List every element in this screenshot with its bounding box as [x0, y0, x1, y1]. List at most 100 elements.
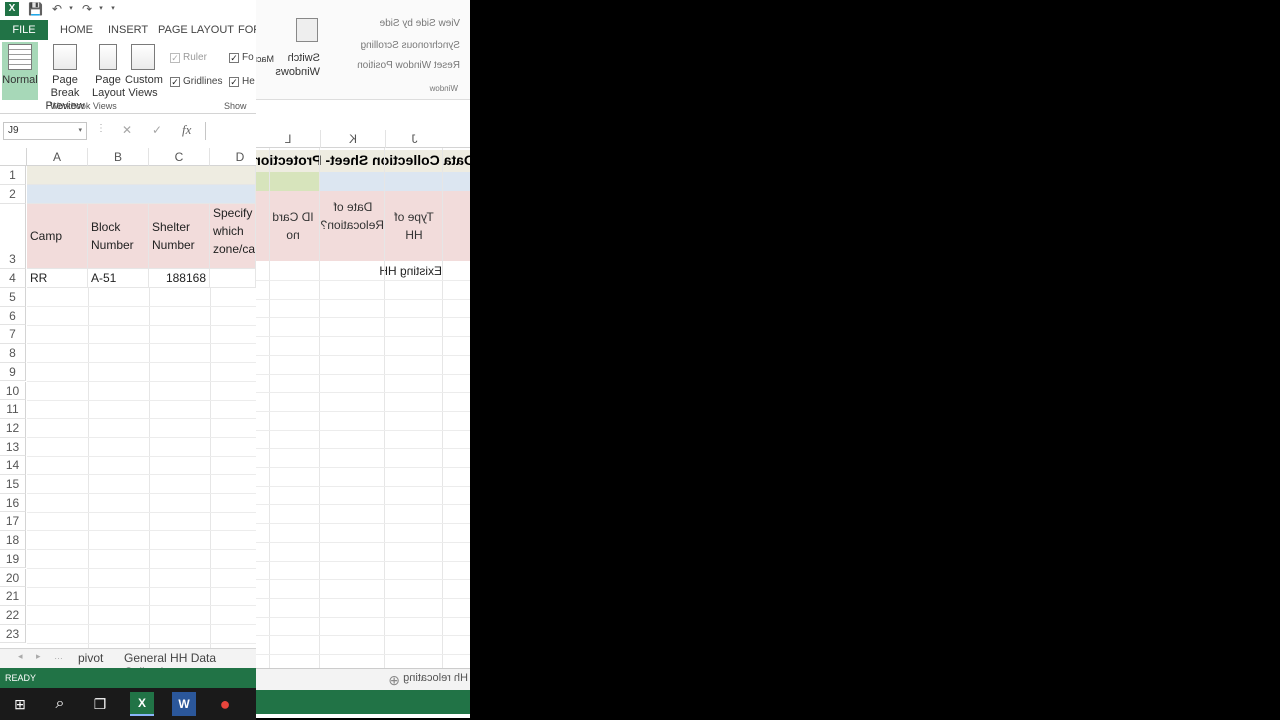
cell-a4[interactable]: RR [27, 269, 88, 288]
insert-function-icon[interactable]: fx [182, 122, 191, 138]
row-header-17[interactable]: 17 [0, 512, 26, 532]
row-header-15[interactable]: 15 [0, 475, 26, 494]
search-icon[interactable]: ⌕ [48, 692, 72, 716]
formula-input[interactable] [205, 122, 256, 140]
header-cell-specify-zone[interactable]: Specify which zone/camp [210, 204, 256, 269]
ruler-checkbox[interactable]: ✓ Ruler [170, 52, 207, 64]
undo-icon[interactable]: ↶ [50, 2, 64, 16]
column-header-c[interactable]: C [149, 148, 210, 166]
flip-macros-label[interactable]: Macros [256, 54, 274, 64]
windows-start-icon[interactable]: ⊞ [8, 692, 32, 716]
headings-checkbox[interactable]: ✓ He [229, 76, 255, 88]
name-box-dropdown-icon[interactable]: ▾ [78, 123, 82, 139]
tab-page-layout[interactable]: PAGE LAYOUT [158, 21, 234, 39]
page-layout-button[interactable]: Page Layout [92, 42, 125, 100]
customize-qat-icon[interactable]: ▾ [106, 2, 120, 16]
flip-gridline [256, 429, 470, 431]
undo-dropdown-icon[interactable]: ▾ [64, 2, 78, 16]
column-header-d[interactable]: D [210, 148, 256, 166]
excel-taskbar-icon[interactable]: X [130, 692, 154, 716]
column-header-b[interactable]: B [88, 148, 149, 166]
save-icon[interactable]: 💾 [28, 2, 43, 16]
flip-column-header-j[interactable]: J [385, 130, 443, 148]
flip-gridline [256, 654, 470, 655]
select-all-corner[interactable] [0, 148, 27, 166]
custom-views-button[interactable]: Custom Views [125, 42, 163, 100]
row-header-1[interactable]: 1 [0, 166, 26, 185]
sheet-tab-pivot[interactable]: pivot [78, 651, 103, 665]
flip-view-side-by-side[interactable]: View Side by Side [380, 18, 460, 29]
sheet-nav-next-icon[interactable]: ▸ [36, 651, 41, 662]
sheet-more-icon[interactable]: … [54, 651, 63, 661]
normal-view-button[interactable]: Normal [2, 42, 38, 100]
row-header-3[interactable]: 3 [0, 204, 26, 269]
row-header-18[interactable]: 18 [0, 531, 26, 550]
row-header-11[interactable]: 11 [0, 400, 26, 419]
row-header-6[interactable]: 6 [0, 306, 26, 326]
row-header-19[interactable]: 19 [0, 549, 26, 569]
row-header-16[interactable]: 16 [0, 493, 26, 513]
flip-sync-scrolling[interactable]: Synchronous Scrolling [361, 40, 461, 51]
row-header-14[interactable]: 14 [0, 456, 26, 475]
flip-column-header-l[interactable]: L [256, 130, 320, 148]
flip-row2-blue[interactable] [320, 172, 470, 191]
chrome-taskbar-icon[interactable]: ● [213, 692, 237, 716]
page-break-preview-button[interactable]: Page Break Preview [40, 42, 90, 112]
flip-column-header-k[interactable]: K [320, 130, 385, 148]
redo-icon[interactable]: ↷ [80, 2, 94, 16]
tab-file[interactable]: FILE [0, 20, 48, 40]
cancel-icon[interactable]: ✕ [122, 123, 132, 137]
row-header-9[interactable]: 9 [0, 362, 26, 382]
row-header-5[interactable]: 5 [0, 288, 26, 307]
row-2-fill[interactable] [27, 185, 256, 204]
tab-formulas[interactable]: FOR [238, 21, 256, 39]
formula-bar-checkbox[interactable]: ✓ Fo [229, 52, 254, 64]
switch-windows-icon[interactable] [296, 18, 318, 42]
enter-icon[interactable]: ✓ [152, 123, 162, 137]
flip-switch-windows-label-2[interactable]: Windows [275, 66, 320, 78]
flip-reset-window[interactable]: Reset Window Position [357, 60, 460, 71]
formula-bar-label: Fo [242, 52, 254, 63]
word-taskbar-icon[interactable]: W [172, 692, 196, 716]
row-header-13[interactable]: 13 [0, 437, 26, 457]
flip-gridline [256, 336, 470, 338]
flip-switch-windows-label-1[interactable]: Switch [288, 52, 320, 64]
gridlines-checkbox[interactable]: ✓ Gridlines [170, 76, 222, 88]
row-header-10[interactable]: 10 [0, 381, 26, 401]
worksheet-grid[interactable]: A B C D Camp Block Number Shelter Number… [0, 148, 256, 648]
cell-d4[interactable] [210, 269, 256, 288]
flip-add-sheet-icon[interactable]: ⊕ [388, 672, 400, 689]
row-header-12[interactable]: 12 [0, 418, 26, 438]
sheet-nav-prev-icon[interactable]: ◂ [18, 651, 23, 662]
header-cell-shelter-number[interactable]: Shelter Number [149, 204, 210, 269]
header-cell-block-number[interactable]: Block Number [88, 204, 149, 269]
tab-home[interactable]: HOME [60, 21, 93, 39]
flip-sheet-tab-relocating[interactable]: Hh relocating [403, 672, 468, 684]
row-1-fill[interactable] [27, 166, 256, 185]
gridline [27, 362, 256, 364]
page-break-label-1: Page Break [50, 74, 80, 99]
row-header-7[interactable]: 7 [0, 325, 26, 345]
tab-insert[interactable]: INSERT [108, 21, 148, 39]
row-header-20[interactable]: 20 [0, 568, 26, 588]
task-view-icon[interactable]: ❐ [88, 692, 112, 716]
cell-c4[interactable]: 188168 [149, 269, 210, 288]
row-header-8[interactable]: 8 [0, 344, 26, 363]
custom-views-icon [131, 44, 155, 70]
row-header-21[interactable]: 21 [0, 587, 26, 606]
cell-b4[interactable]: A-51 [88, 269, 149, 288]
flip-existing-hh[interactable]: Existing HH [379, 264, 442, 278]
flip-row2-green[interactable] [256, 172, 320, 191]
ribbon-view: Normal Page Break Preview Page Layout Cu… [0, 40, 256, 114]
row-header-23[interactable]: 23 [0, 624, 26, 644]
flip-gridline [256, 560, 470, 562]
name-box[interactable]: J9 ▾ [3, 122, 87, 140]
flip-gridline [256, 597, 470, 599]
column-header-a[interactable]: A [27, 148, 88, 166]
row-header-2[interactable]: 2 [0, 185, 26, 204]
row-header-22[interactable]: 22 [0, 605, 26, 625]
header-cell-camp[interactable]: Camp [27, 204, 88, 269]
ruler-check-icon: ✓ [170, 53, 180, 63]
row-header-4[interactable]: 4 [0, 269, 26, 288]
flip-gridline [256, 467, 470, 468]
